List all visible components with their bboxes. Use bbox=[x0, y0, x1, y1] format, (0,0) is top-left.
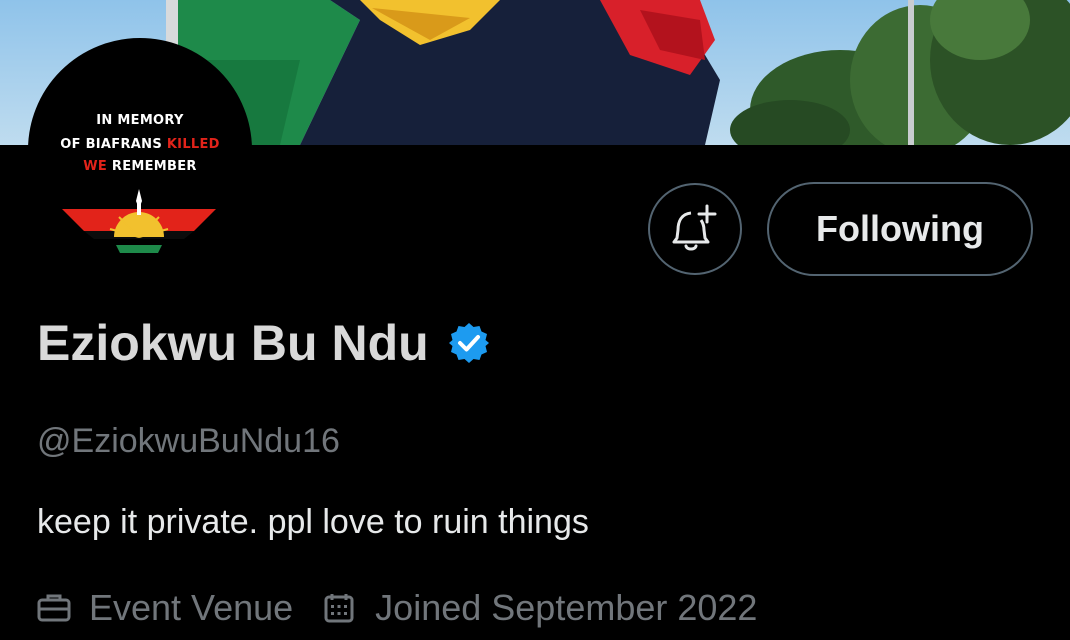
bell-plus-icon bbox=[672, 204, 717, 251]
calendar-icon bbox=[323, 590, 359, 626]
avatar-text-line3: WE REMEMBER bbox=[83, 159, 197, 174]
rising-sun-emblem-icon bbox=[62, 189, 216, 253]
briefcase-icon bbox=[37, 590, 73, 626]
profile-page: IN MEMORY OF BIAFRANS KILLED WE REMEMBER bbox=[0, 0, 1070, 640]
joined-text: Joined September 2022 bbox=[375, 587, 758, 628]
avatar-text-line2: OF BIAFRANS KILLED bbox=[60, 137, 220, 152]
profile-joined: Joined September 2022 bbox=[323, 586, 757, 630]
profile-handle: @EziokwuBuNdu16 bbox=[37, 422, 340, 460]
following-button[interactable]: Following bbox=[767, 182, 1033, 276]
profile-bio: keep it private. ppl love to ruin things bbox=[37, 503, 589, 541]
verified-badge-icon[interactable] bbox=[447, 321, 491, 365]
avatar-text-line1: IN MEMORY bbox=[96, 113, 184, 128]
display-name: Eziokwu Bu Ndu bbox=[37, 315, 429, 371]
profile-name-row: Eziokwu Bu Ndu bbox=[37, 312, 491, 374]
notifications-button[interactable] bbox=[648, 183, 742, 275]
location-text: Event Venue bbox=[89, 587, 294, 628]
profile-location: Event Venue bbox=[37, 586, 293, 630]
profile-avatar[interactable]: IN MEMORY OF BIAFRANS KILLED WE REMEMBER bbox=[28, 38, 252, 262]
profile-meta: Event Venue Joined September 2022 bbox=[37, 586, 757, 630]
